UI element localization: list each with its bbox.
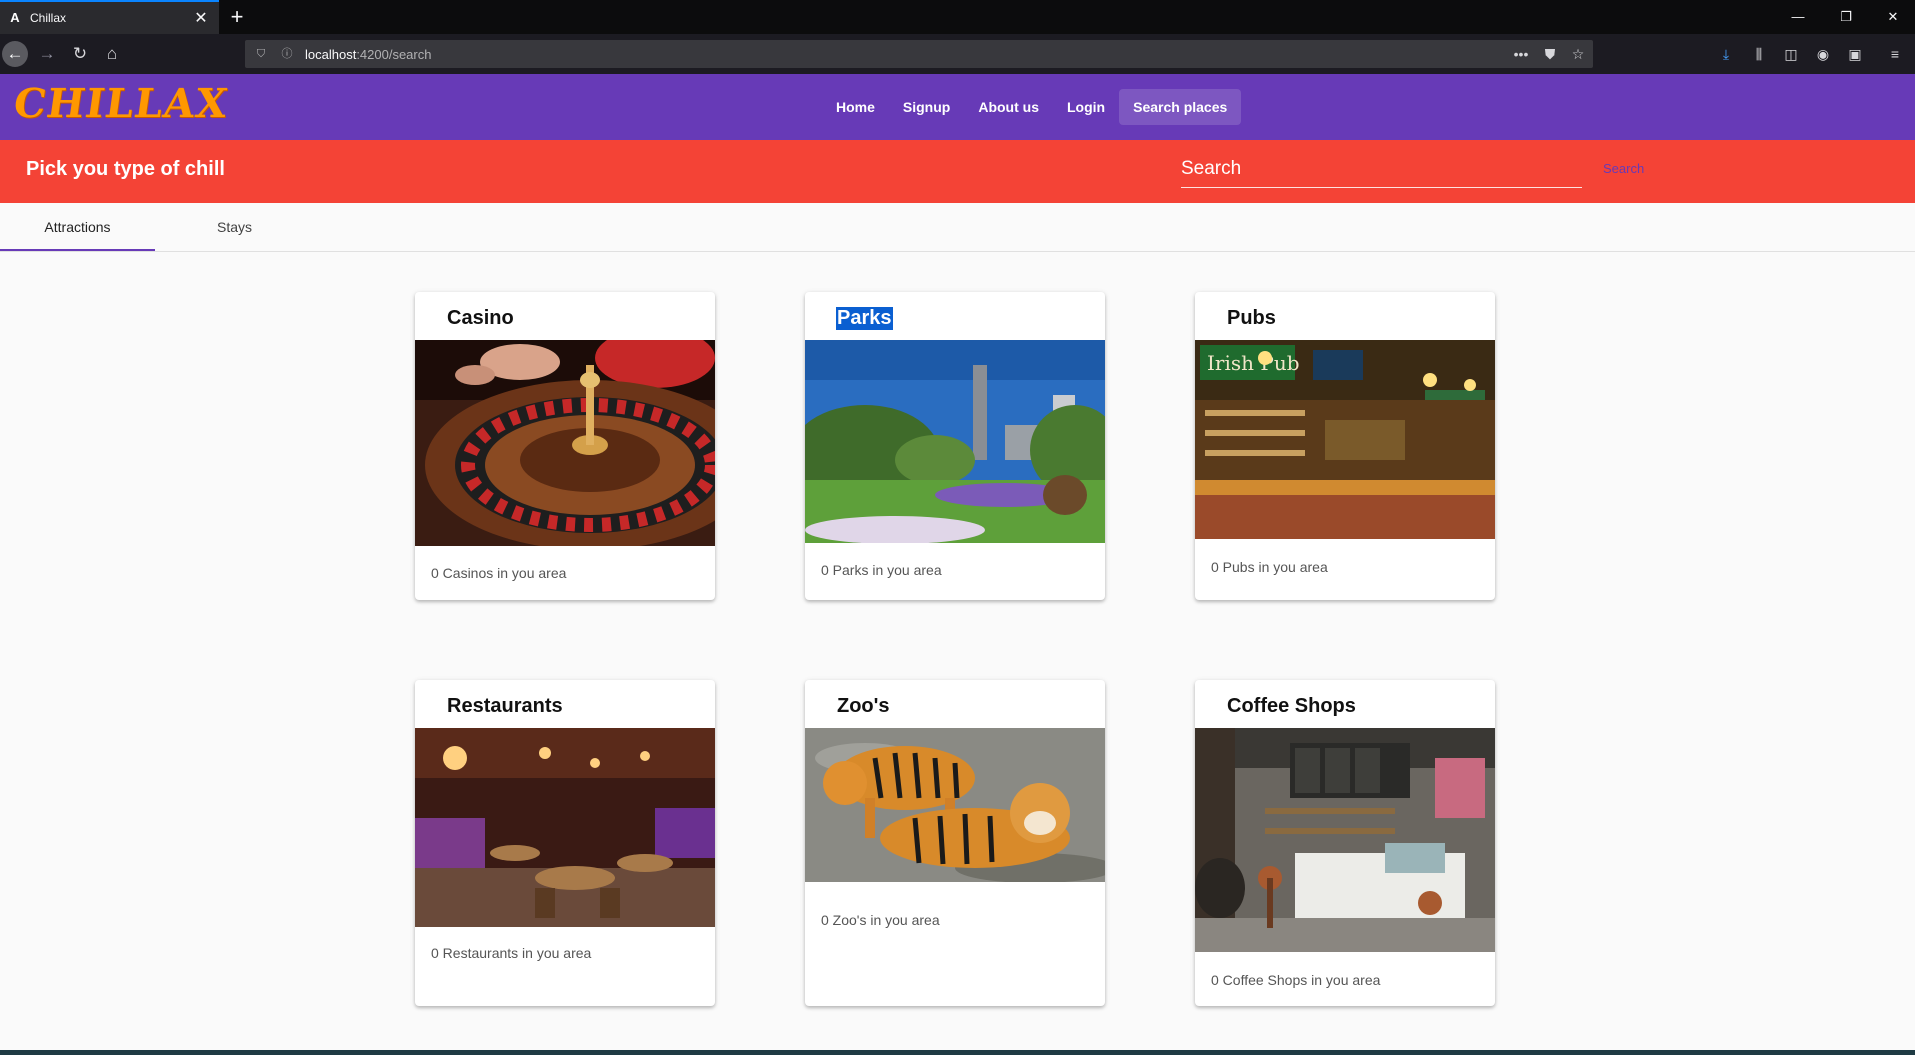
page-actions-icon[interactable]: ••• — [1511, 45, 1531, 63]
info-icon[interactable]: ⓘ — [279, 46, 295, 62]
card-subtitle: 0 Casinos in you area — [431, 565, 567, 581]
card-restaurants[interactable]: Restaurants 0 Restaurants in you area — [415, 680, 715, 1006]
forward-arrow-icon[interactable]: → — [35, 42, 59, 66]
card-title: Coffee Shops — [1227, 695, 1356, 717]
restore-window-icon[interactable]: ❐ — [1824, 0, 1868, 34]
toolbar-title: Pick you type of chill — [26, 158, 225, 180]
nav-signup[interactable]: Signup — [889, 89, 964, 125]
sidebar-icon[interactable]: ◫ — [1781, 44, 1801, 64]
card-title: Zoo's — [837, 695, 890, 717]
card-parks[interactable]: Parks 0 Parks in you area — [805, 292, 1105, 600]
search-toolbar: Pick you type of chill Search — [0, 140, 1915, 203]
roulette-wheel-image — [415, 340, 715, 546]
menu-icon[interactable]: ≡ — [1885, 44, 1905, 64]
restaurant-interior-image — [415, 728, 715, 927]
url-host: localhost — [305, 47, 357, 62]
card-title: Parks — [836, 307, 893, 330]
nav-about-us[interactable]: About us — [964, 89, 1053, 125]
nav-home[interactable]: Home — [822, 89, 889, 125]
tigers-image — [805, 728, 1105, 882]
minimize-window-icon[interactable]: — — [1776, 0, 1820, 34]
card-subtitle: 0 Parks in you area — [821, 562, 942, 578]
card-title: Pubs — [1227, 307, 1276, 329]
coffee-shop-image — [1195, 728, 1495, 952]
card-title: Restaurants — [447, 695, 563, 717]
downloads-icon[interactable]: ⤓ — [1716, 44, 1736, 64]
card-subtitle: 0 Coffee Shops in you area — [1211, 972, 1381, 988]
card-subtitle: 0 Zoo's in you area — [821, 912, 940, 928]
close-tab-icon[interactable]: ✕ — [193, 8, 209, 28]
address-bar[interactable]: ⛉ ⓘ localhost:4200/search ••• ⛊ ☆ — [245, 40, 1593, 68]
home-icon[interactable]: ⌂ — [100, 42, 124, 66]
card-title: Casino — [447, 307, 514, 329]
park-garden-image — [805, 340, 1105, 543]
pocket-icon[interactable]: ⛊ — [1540, 45, 1560, 63]
tab-stays[interactable]: Stays — [157, 203, 312, 251]
card-casino[interactable]: Casino 0 Casinos in you area — [415, 292, 715, 600]
irish-pub-image: Irish Pub — [1195, 340, 1495, 539]
browser-toolbar: ← → ↻ ⌂ ⛉ ⓘ localhost:4200/search ••• ⛊ … — [0, 34, 1915, 74]
new-tab-icon[interactable]: + — [225, 5, 249, 29]
url-text[interactable]: localhost:4200/search — [305, 47, 431, 62]
category-tabs: Attractions Stays — [0, 203, 1915, 252]
card-coffee-shops[interactable]: Coffee Shops 0 Coffee Shops in you area — [1195, 680, 1495, 1006]
nav-login[interactable]: Login — [1053, 89, 1119, 125]
reload-icon[interactable]: ↻ — [68, 42, 92, 66]
back-arrow-icon[interactable]: ← — [2, 41, 28, 67]
shield-icon[interactable]: ⛉ — [253, 46, 269, 62]
main-nav: Home Signup About us Login Search places — [822, 89, 1242, 125]
extension-icon[interactable]: ▣ — [1845, 44, 1865, 64]
browser-tab-title: Chillax — [30, 11, 67, 25]
account-icon[interactable]: ◉ — [1813, 44, 1833, 64]
card-subtitle: 0 Restaurants in you area — [431, 945, 592, 961]
bottom-strip — [0, 1050, 1915, 1055]
svg-text:Irish Pub: Irish Pub — [1207, 351, 1300, 375]
app-header: CHILLAX Home Signup About us Login Searc… — [0, 74, 1915, 140]
card-zoos[interactable]: Zoo's 0 Zoo's in you area — [805, 680, 1105, 1006]
url-path: :4200/search — [356, 47, 432, 62]
angular-favicon-icon: A — [10, 10, 20, 25]
search-input[interactable] — [1181, 152, 1582, 186]
chillax-logo[interactable]: CHILLAX — [11, 80, 231, 127]
browser-tab-bar: A Chillax ✕ + — ❐ ✕ — [0, 0, 1915, 34]
tab-attractions[interactable]: Attractions — [0, 203, 155, 251]
card-pubs[interactable]: Pubs Irish Pub 0 Pubs in you area — [1195, 292, 1495, 600]
bookmark-star-icon[interactable]: ☆ — [1568, 45, 1588, 63]
card-subtitle: 0 Pubs in you area — [1211, 559, 1328, 575]
search-field[interactable] — [1181, 152, 1582, 188]
browser-tab[interactable]: A Chillax ✕ — [0, 0, 219, 34]
nav-search-places[interactable]: Search places — [1119, 89, 1242, 125]
close-window-icon[interactable]: ✕ — [1871, 0, 1915, 34]
search-button[interactable]: Search — [1603, 161, 1644, 176]
library-icon[interactable]: ⫼ — [1749, 44, 1769, 64]
